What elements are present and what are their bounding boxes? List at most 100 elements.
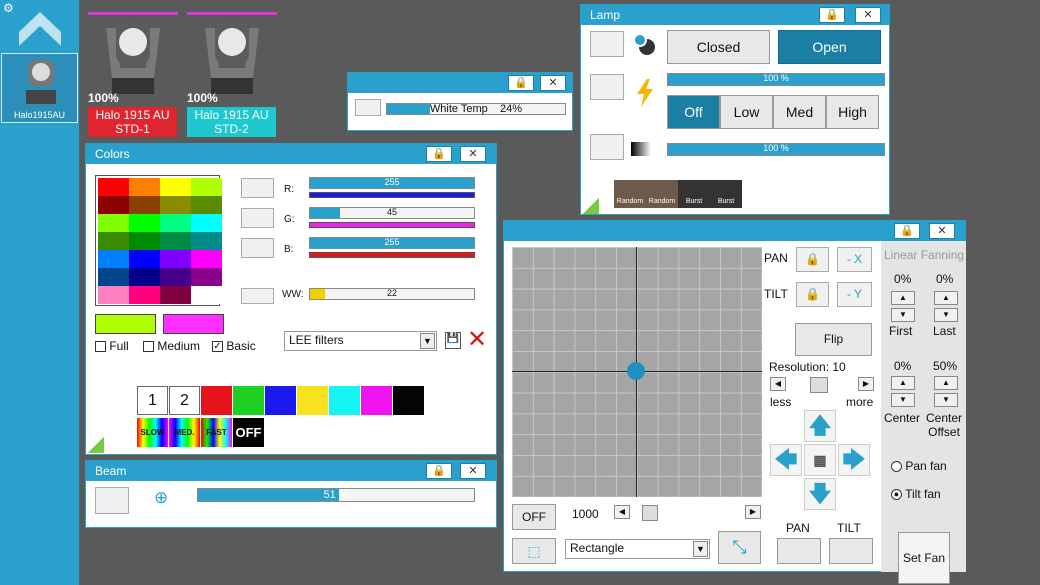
blue-slider[interactable]: 255 <box>309 237 475 249</box>
close-button[interactable]: ✕ <box>855 7 881 23</box>
palette-swatch[interactable] <box>191 214 222 232</box>
palette-swatch[interactable] <box>160 196 191 214</box>
speed-slow-button[interactable]: SLOW <box>137 418 168 447</box>
palette-swatch[interactable] <box>98 196 129 214</box>
last-up-button[interactable]: ▲ <box>934 291 958 305</box>
speed-thumb[interactable] <box>642 505 658 521</box>
close-button[interactable]: ✕ <box>460 146 486 162</box>
diagonal-arrows-icon[interactable]: ⤡ <box>718 531 761 564</box>
strobe-level-bar[interactable]: 100 % <box>667 73 885 86</box>
effect-random-1[interactable]: Random <box>614 180 646 208</box>
preset-blue-swatch[interactable] <box>265 386 296 415</box>
beam-slider[interactable]: 51 % <box>197 488 475 502</box>
effect-burst-2[interactable]: Burst <box>710 180 742 208</box>
speed-med-button[interactable]: MED. <box>169 418 200 447</box>
close-button[interactable]: ✕ <box>540 75 566 91</box>
preset-magenta-swatch[interactable] <box>361 386 392 415</box>
fixture-card-1[interactable]: 100% Halo 1915 AU STD-1 <box>88 12 178 137</box>
previous-color-swatch[interactable] <box>163 314 224 334</box>
tilt-button[interactable] <box>829 538 873 564</box>
palette-swatch[interactable] <box>98 232 129 250</box>
beam-button[interactable] <box>95 487 129 514</box>
palette-swatch[interactable] <box>160 250 191 268</box>
green-slider[interactable]: 45 <box>309 207 475 219</box>
palette-swatch[interactable] <box>129 232 160 250</box>
last-down-button[interactable]: ▼ <box>934 308 958 322</box>
speed-fast-button[interactable]: FAST <box>201 418 232 447</box>
palette-swatch[interactable] <box>129 286 160 304</box>
speed-increase-button[interactable]: ▶ <box>745 505 761 519</box>
resize-grip-icon[interactable] <box>583 198 599 214</box>
lock-icon[interactable]: 🔒 <box>819 7 845 23</box>
palette-swatch[interactable] <box>160 214 191 232</box>
color-palette[interactable] <box>95 175 222 306</box>
zoom-icon[interactable]: ⊕ <box>154 488 168 508</box>
preset-green-swatch[interactable] <box>233 386 264 415</box>
dimmer-bar[interactable]: 100 % <box>667 143 885 156</box>
delete-icon[interactable]: ✕ <box>467 328 487 352</box>
palette-swatch[interactable] <box>129 196 160 214</box>
preset-black-swatch[interactable] <box>393 386 424 415</box>
palette-swatch[interactable] <box>191 250 222 268</box>
tilt-lock-button[interactable]: 🔒 <box>796 282 829 307</box>
palette-swatch[interactable] <box>160 286 191 304</box>
invert-y-button[interactable]: - Y <box>837 282 872 307</box>
closed-button[interactable]: Closed <box>667 30 770 64</box>
center-down-button[interactable]: ▼ <box>891 393 915 407</box>
chevron-up-icon[interactable] <box>17 10 63 48</box>
resolution-thumb[interactable] <box>810 377 828 393</box>
shape-dropdown[interactable]: Rectangle ▼ <box>565 539 710 559</box>
preset-red-swatch[interactable] <box>201 386 232 415</box>
selection-box-icon[interactable]: ⬚ <box>512 538 556 564</box>
lock-icon[interactable]: 🔒 <box>426 146 452 162</box>
speed-off-button[interactable]: OFF <box>233 418 264 447</box>
palette-swatch[interactable] <box>98 214 129 232</box>
palette-swatch[interactable] <box>160 268 191 286</box>
dimmer-button[interactable] <box>590 134 624 160</box>
white-temp-button[interactable] <box>355 99 381 116</box>
selected-color-swatch[interactable] <box>95 314 156 334</box>
medium-checkbox[interactable]: Medium <box>143 339 200 353</box>
effect-random-2[interactable]: Random <box>646 180 678 208</box>
green-button[interactable] <box>241 208 274 228</box>
white-temp-slider[interactable]: White Temp 24% <box>386 103 566 115</box>
preset-1-button[interactable]: 1 <box>137 386 168 415</box>
preset-yellow-swatch[interactable] <box>297 386 328 415</box>
off-button[interactable]: OFF <box>512 504 556 530</box>
save-icon[interactable]: 💾 <box>445 332 461 349</box>
palette-swatch[interactable] <box>191 268 222 286</box>
pan-tilt-grid[interactable] <box>512 247 762 497</box>
strobe-off-button[interactable]: Off <box>667 95 720 129</box>
speed-decrease-button[interactable]: ◀ <box>614 505 630 519</box>
full-checkbox[interactable]: Full <box>95 339 129 353</box>
set-fan-button[interactable]: Set Fan <box>898 532 950 584</box>
close-button[interactable]: ✕ <box>460 463 486 479</box>
lock-icon[interactable]: 🔒 <box>508 75 534 91</box>
pan-fan-radio[interactable]: Pan fan <box>891 459 947 473</box>
preset-cyan-swatch[interactable] <box>329 386 360 415</box>
palette-swatch[interactable] <box>98 178 129 196</box>
ww-slider[interactable]: 22 <box>309 288 475 300</box>
pan-button[interactable] <box>777 538 821 564</box>
palette-swatch[interactable] <box>191 232 222 250</box>
strobe-med-button[interactable]: Med <box>773 95 826 129</box>
fixture-card-2[interactable]: 100% Halo 1915 AU STD-2 <box>187 12 277 137</box>
strobe-low-button[interactable]: Low <box>720 95 773 129</box>
arrow-right-icon[interactable]: 🡆 <box>838 444 870 476</box>
resolution-less-button[interactable]: ◀ <box>770 377 786 391</box>
first-down-button[interactable]: ▼ <box>891 308 915 322</box>
center-up-button[interactable]: ▲ <box>891 376 915 390</box>
offset-up-button[interactable]: ▲ <box>934 376 958 390</box>
palette-swatch[interactable] <box>98 268 129 286</box>
blue-button[interactable] <box>241 238 274 258</box>
preset-2-button[interactable]: 2 <box>169 386 200 415</box>
pan-lock-button[interactable]: 🔒 <box>796 247 829 272</box>
palette-swatch[interactable] <box>129 268 160 286</box>
red-slider[interactable]: 255 <box>309 177 475 189</box>
resize-grip-icon[interactable] <box>88 437 104 453</box>
palette-swatch[interactable] <box>160 178 191 196</box>
first-up-button[interactable]: ▲ <box>891 291 915 305</box>
effect-burst-1[interactable]: Burst <box>678 180 710 208</box>
palette-swatch[interactable] <box>191 178 222 196</box>
arrow-left-icon[interactable]: 🡄 <box>770 444 802 476</box>
